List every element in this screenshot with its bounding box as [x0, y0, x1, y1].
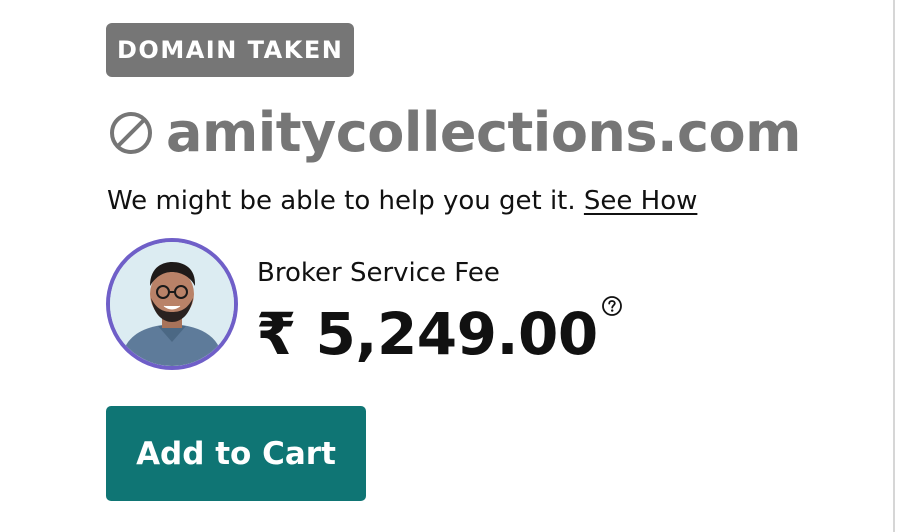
domain-result-card: DOMAIN TAKEN amitycollections.com We mig… [0, 0, 898, 532]
unavailable-icon [108, 110, 154, 156]
add-to-cart-button[interactable]: Add to Cart [106, 406, 366, 501]
question-icon[interactable] [601, 295, 623, 317]
broker-fee-label: Broker Service Fee [257, 258, 500, 288]
domain-name: amitycollections.com [166, 101, 801, 164]
price-row: ₹ 5,249.00 [256, 295, 623, 370]
help-text: We might be able to help you get it. [107, 186, 576, 216]
status-badge: DOMAIN TAKEN [106, 23, 355, 77]
domain-row: amitycollections.com [108, 100, 801, 166]
panel-divider [893, 0, 895, 532]
see-how-link[interactable]: See How [584, 186, 697, 216]
broker-fee-price: ₹ 5,249.00 [256, 300, 598, 368]
help-text-row: We might be able to help you get it. See… [107, 183, 697, 219]
broker-avatar [106, 238, 238, 370]
